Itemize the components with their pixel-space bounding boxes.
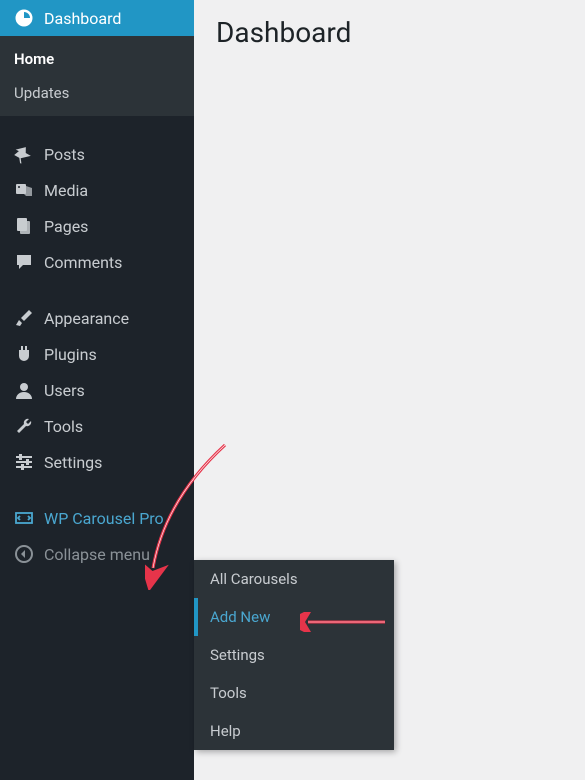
sidebar-item-label: Appearance [44, 309, 129, 328]
sidebar-item-posts[interactable]: Posts [0, 136, 194, 172]
sidebar-item-dashboard[interactable]: Dashboard [0, 0, 194, 36]
page-title: Dashboard [216, 16, 563, 49]
comment-icon [12, 252, 36, 272]
sidebar-item-label: Collapse menu [44, 545, 150, 564]
menu-separator [0, 116, 194, 136]
sidebar-item-label: Plugins [44, 345, 97, 364]
pin-icon [12, 144, 36, 164]
submenu-item-updates[interactable]: Updates [0, 76, 194, 110]
main-content: Dashboard [194, 0, 585, 65]
collapse-icon [12, 544, 36, 564]
dashboard-icon [12, 8, 36, 28]
sidebar-item-label: Tools [44, 417, 83, 436]
dashboard-submenu: Home Updates [0, 36, 194, 116]
sidebar-item-label: Settings [44, 453, 102, 472]
sidebar-item-pages[interactable]: Pages [0, 208, 194, 244]
sidebar-item-plugins[interactable]: Plugins [0, 336, 194, 372]
menu-separator [0, 280, 194, 300]
sidebar-item-appearance[interactable]: Appearance [0, 300, 194, 336]
media-icon [12, 180, 36, 200]
sidebar-item-media[interactable]: Media [0, 172, 194, 208]
brush-icon [12, 308, 36, 328]
user-icon [12, 380, 36, 400]
admin-sidebar: Dashboard Home Updates Posts Media Pages… [0, 0, 194, 780]
sidebar-item-label: Pages [44, 217, 88, 236]
sidebar-item-users[interactable]: Users [0, 372, 194, 408]
sidebar-item-comments[interactable]: Comments [0, 244, 194, 280]
sidebar-item-settings[interactable]: Settings [0, 444, 194, 480]
sidebar-item-label: Posts [44, 145, 85, 164]
sidebar-item-label: Comments [44, 253, 122, 272]
sidebar-item-label: Users [44, 381, 85, 400]
sliders-icon [12, 452, 36, 472]
flyout-item-add-new[interactable]: Add New [194, 598, 394, 636]
submenu-item-home[interactable]: Home [0, 42, 194, 76]
flyout-item-help[interactable]: Help [194, 712, 394, 750]
sidebar-item-label: Media [44, 181, 88, 200]
flyout-item-settings[interactable]: Settings [194, 636, 394, 674]
sidebar-item-wp-carousel-pro[interactable]: WP Carousel Pro [0, 500, 194, 536]
wrench-icon [12, 416, 36, 436]
pages-icon [12, 216, 36, 236]
carousel-flyout-menu: All Carousels Add New Settings Tools Hel… [194, 560, 394, 750]
flyout-item-tools[interactable]: Tools [194, 674, 394, 712]
carousel-icon [12, 508, 36, 528]
sidebar-item-tools[interactable]: Tools [0, 408, 194, 444]
sidebar-item-label: Dashboard [44, 9, 121, 28]
sidebar-item-label: WP Carousel Pro [44, 509, 164, 528]
menu-separator [0, 480, 194, 500]
sidebar-item-collapse[interactable]: Collapse menu [0, 536, 194, 572]
flyout-item-all-carousels[interactable]: All Carousels [194, 560, 394, 598]
plug-icon [12, 344, 36, 364]
